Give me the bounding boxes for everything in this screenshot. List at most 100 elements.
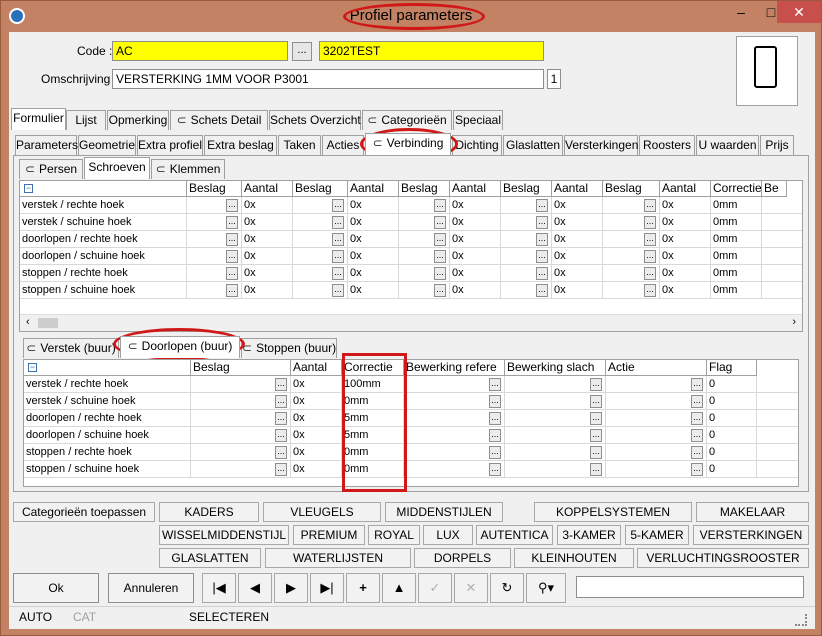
browse-button[interactable]: ... xyxy=(590,378,602,391)
browse-button[interactable]: ... xyxy=(332,233,344,246)
column-header[interactable]: Beslag xyxy=(501,181,552,197)
beslag-cell[interactable]: ... xyxy=(293,265,348,282)
browse-button[interactable]: ... xyxy=(489,429,501,442)
resize-grip-icon[interactable] xyxy=(795,614,807,626)
tab-doorlopen-buur[interactable]: ⊂ Doorlopen (buur) xyxy=(120,336,240,358)
category-button-verluchtingsrooster[interactable]: VERLUCHTINGSROOSTER xyxy=(637,548,809,568)
browse-button[interactable]: ... xyxy=(489,412,501,425)
aantal-cell[interactable]: 0x xyxy=(291,444,342,461)
aantal-cell[interactable]: 0x xyxy=(450,265,501,282)
beslag-cell[interactable]: ... xyxy=(293,231,348,248)
bewerking-slach-cell[interactable]: ... xyxy=(505,410,606,427)
tab-glaslatten[interactable]: Glaslatten xyxy=(503,135,563,155)
actie-cell[interactable]: ... xyxy=(606,376,707,393)
browse-button[interactable]: ... xyxy=(536,284,548,297)
category-button-middenstijlen[interactable]: MIDDENSTIJLEN xyxy=(385,502,503,522)
beslag-cell[interactable]: ... xyxy=(293,248,348,265)
bewerking-slach-cell[interactable]: ... xyxy=(505,444,606,461)
category-button-royal[interactable]: ROYAL xyxy=(368,525,420,545)
browse-button[interactable]: ... xyxy=(434,250,446,263)
omschrijving-field[interactable]: VERSTERKING 1MM VOOR P3001 xyxy=(112,69,544,89)
aantal-cell[interactable]: 0x xyxy=(450,282,501,299)
actie-cell[interactable]: ... xyxy=(606,393,707,410)
aantal-cell[interactable]: 0x xyxy=(660,197,711,214)
scroll-right-icon[interactable]: › xyxy=(792,316,796,328)
column-header[interactable]: Beslag xyxy=(191,360,291,376)
beslag-cell[interactable]: ... xyxy=(399,248,450,265)
beslag-cell[interactable]: ... xyxy=(187,214,242,231)
browse-button[interactable]: ... xyxy=(226,199,238,212)
aantal-cell[interactable]: 0x xyxy=(348,282,399,299)
tab-prijs[interactable]: Prijs xyxy=(760,135,794,155)
tab-speciaal[interactable]: Speciaal xyxy=(453,110,503,130)
column-header[interactable]: Be xyxy=(762,181,787,197)
browse-button[interactable]: ... xyxy=(275,412,287,425)
browse-button[interactable]: ... xyxy=(691,395,703,408)
tab-extra-profiel[interactable]: Extra profiel xyxy=(137,135,203,155)
aantal-cell[interactable]: 0x xyxy=(552,248,603,265)
category-button-kleinhouten[interactable]: KLEINHOUTEN xyxy=(514,548,634,568)
flag-cell[interactable]: 0 xyxy=(707,376,757,393)
bewerking-referentie-cell[interactable]: ... xyxy=(404,410,505,427)
beslag-cell[interactable]: ... xyxy=(501,197,552,214)
aantal-cell[interactable]: 0x xyxy=(242,282,293,299)
browse-button[interactable]: ... xyxy=(275,446,287,459)
column-header[interactable]: Beslag xyxy=(603,181,660,197)
tab-taken[interactable]: Taken xyxy=(278,135,321,155)
category-button-premium[interactable]: PREMIUM xyxy=(293,525,365,545)
beslag-cell[interactable]: ... xyxy=(603,265,660,282)
bewerking-slach-cell[interactable]: ... xyxy=(505,376,606,393)
ok-button[interactable]: Ok xyxy=(13,573,99,603)
bewerking-referentie-cell[interactable]: ... xyxy=(404,393,505,410)
column-header[interactable]: Aantal xyxy=(242,181,293,197)
column-header[interactable]: Aantal xyxy=(450,181,501,197)
column-header[interactable]: Flag xyxy=(707,360,757,376)
aantal-cell[interactable]: 0x xyxy=(552,197,603,214)
beslag-cell[interactable]: ... xyxy=(293,214,348,231)
search-field[interactable] xyxy=(576,576,804,598)
column-header[interactable]: Beslag xyxy=(399,181,450,197)
column-header[interactable]: Beslag xyxy=(293,181,348,197)
tab-roosters[interactable]: Roosters xyxy=(639,135,695,155)
category-button-dorpels[interactable]: DORPELS xyxy=(414,548,511,568)
beslag-cell[interactable]: ... xyxy=(191,427,291,444)
correctie-cell[interactable]: 0mm xyxy=(711,265,762,282)
beslag-cell[interactable]: ... xyxy=(501,214,552,231)
browse-button[interactable]: ... xyxy=(226,284,238,297)
aantal-cell[interactable]: 0x xyxy=(242,231,293,248)
browse-button[interactable]: ... xyxy=(691,446,703,459)
category-button-wisselmiddenstijl[interactable]: WISSELMIDDENSTIJL xyxy=(159,525,289,545)
aantal-cell[interactable]: 0x xyxy=(242,248,293,265)
annuleren-button[interactable]: Annuleren xyxy=(108,573,194,603)
actie-cell[interactable]: ... xyxy=(606,444,707,461)
aantal-cell[interactable]: 0x xyxy=(291,410,342,427)
bewerking-referentie-cell[interactable]: ... xyxy=(404,461,505,478)
correctie-cell[interactable]: 0mm xyxy=(711,248,762,265)
category-button-3-kamer[interactable]: 3-KAMER xyxy=(557,525,621,545)
beslag-cell[interactable]: ... xyxy=(603,231,660,248)
beslag-cell[interactable]: ... xyxy=(399,231,450,248)
flag-cell[interactable]: 0 xyxy=(707,427,757,444)
aantal-cell[interactable]: 0x xyxy=(291,427,342,444)
bewerking-referentie-cell[interactable]: ... xyxy=(404,376,505,393)
collapse-icon[interactable]: − xyxy=(24,184,33,193)
column-header[interactable]: Actie xyxy=(606,360,707,376)
tab-acties[interactable]: Acties xyxy=(322,135,364,155)
beslag-cell[interactable]: ... xyxy=(293,282,348,299)
flag-cell[interactable]: 0 xyxy=(707,461,757,478)
beslag-cell[interactable]: ... xyxy=(501,248,552,265)
category-button-kaders[interactable]: KADERS xyxy=(159,502,259,522)
browse-button[interactable]: ... xyxy=(644,284,656,297)
refresh-icon[interactable]: ↻ xyxy=(490,573,524,603)
prev-record-icon[interactable]: ◀ xyxy=(238,573,272,603)
aantal-cell[interactable]: 0x xyxy=(242,197,293,214)
column-header[interactable]: Bewerking slach xyxy=(505,360,606,376)
column-header[interactable]: Beslag xyxy=(187,181,242,197)
tab-dichting[interactable]: Dichting xyxy=(452,135,502,155)
browse-button[interactable]: ... xyxy=(332,267,344,280)
tab-u-waarden[interactable]: U waarden xyxy=(696,135,759,155)
browse-button[interactable]: ... xyxy=(489,378,501,391)
code-description-field[interactable]: 3202TEST xyxy=(319,41,544,61)
browse-button[interactable]: ... xyxy=(332,284,344,297)
first-record-icon[interactable]: |◀ xyxy=(202,573,236,603)
